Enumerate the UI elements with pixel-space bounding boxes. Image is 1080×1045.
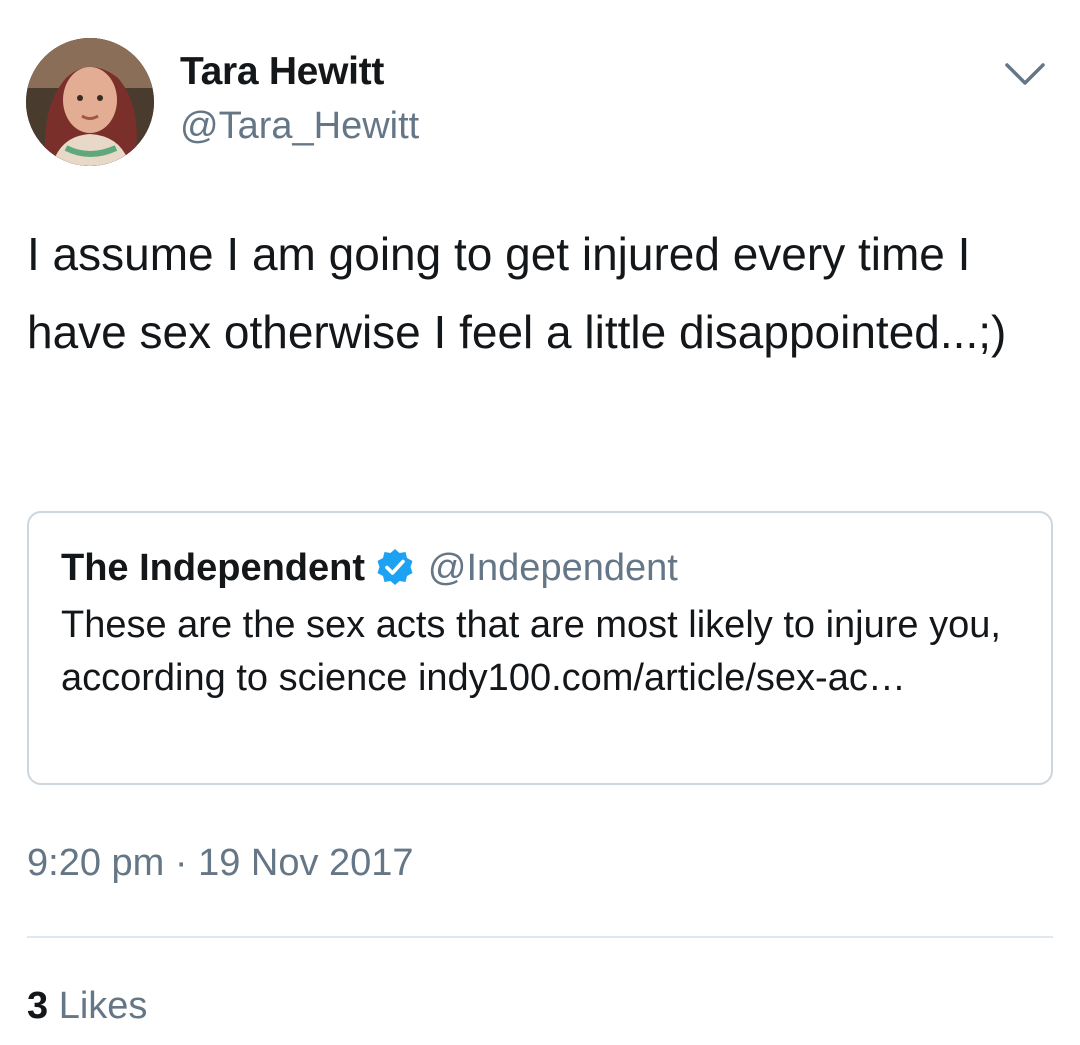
avatar[interactable] — [26, 38, 154, 166]
tweet-text: I assume I am going to get injured every… — [27, 228, 1007, 358]
chevron-down-icon[interactable] — [1001, 58, 1049, 90]
verified-badge-icon — [377, 548, 413, 585]
quoted-author-name: The Independent — [61, 547, 365, 589]
author-handle[interactable]: @Tara_Hewitt — [180, 105, 419, 148]
author-name[interactable]: Tara Hewitt — [180, 50, 384, 94]
quoted-tweet[interactable]: The Independent @Independent These are t… — [27, 511, 1053, 785]
quoted-tweet-text: These are the sex acts that are most lik… — [61, 604, 1001, 699]
quoted-tweet-header: The Independent @Independent — [61, 547, 678, 590]
quoted-author-handle: @Independent — [427, 547, 678, 589]
avatar-photo-icon — [26, 38, 154, 166]
likes-count[interactable]: 3 Likes — [27, 985, 147, 1028]
likes-label: Likes — [58, 985, 148, 1027]
divider — [27, 936, 1053, 938]
tweet-card: Tara Hewitt @Tara_Hewitt I assume I am g… — [0, 0, 1080, 1045]
tweet-timestamp[interactable]: 9:20 pm · 19 Nov 2017 — [27, 842, 414, 885]
likes-number: 3 — [27, 985, 49, 1027]
